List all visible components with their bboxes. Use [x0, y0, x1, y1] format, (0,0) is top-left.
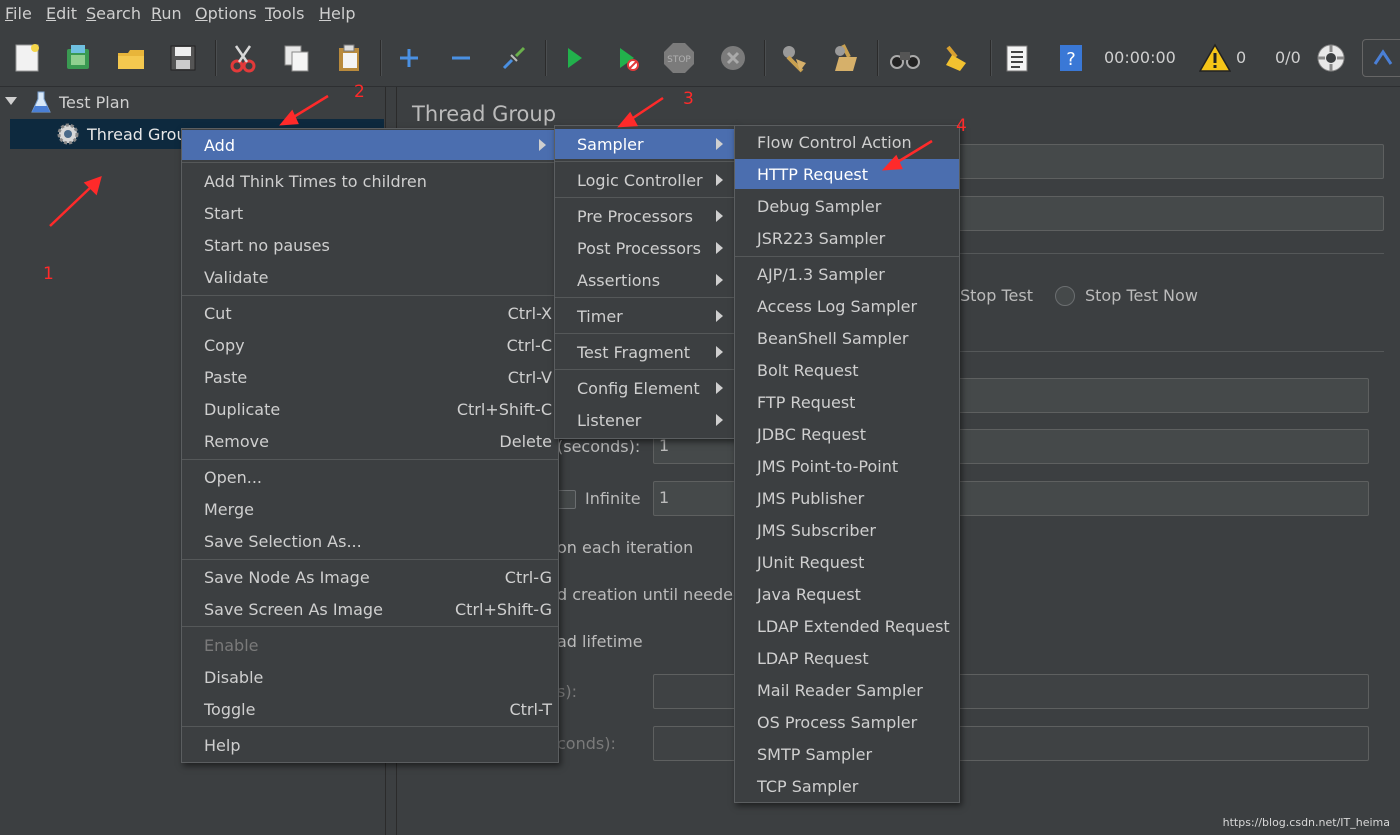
- arrow-1: [49, 185, 93, 227]
- arrow-3-head: [617, 111, 639, 128]
- annotation-number-1: 1: [43, 264, 54, 284]
- arrow-2: [291, 94, 329, 120]
- arrow-2-head: [279, 109, 299, 126]
- annotation-arrows: [49, 94, 933, 227]
- watermark: https://blog.csdn.net/IT_heima: [1222, 816, 1390, 829]
- annotation-number-3: 3: [683, 89, 694, 109]
- arrow-4-head: [881, 154, 903, 171]
- arrow-3: [629, 96, 664, 122]
- annotation-number-4: 4: [956, 116, 967, 136]
- arrow-4: [895, 139, 933, 165]
- annotation-number-2: 2: [354, 82, 365, 102]
